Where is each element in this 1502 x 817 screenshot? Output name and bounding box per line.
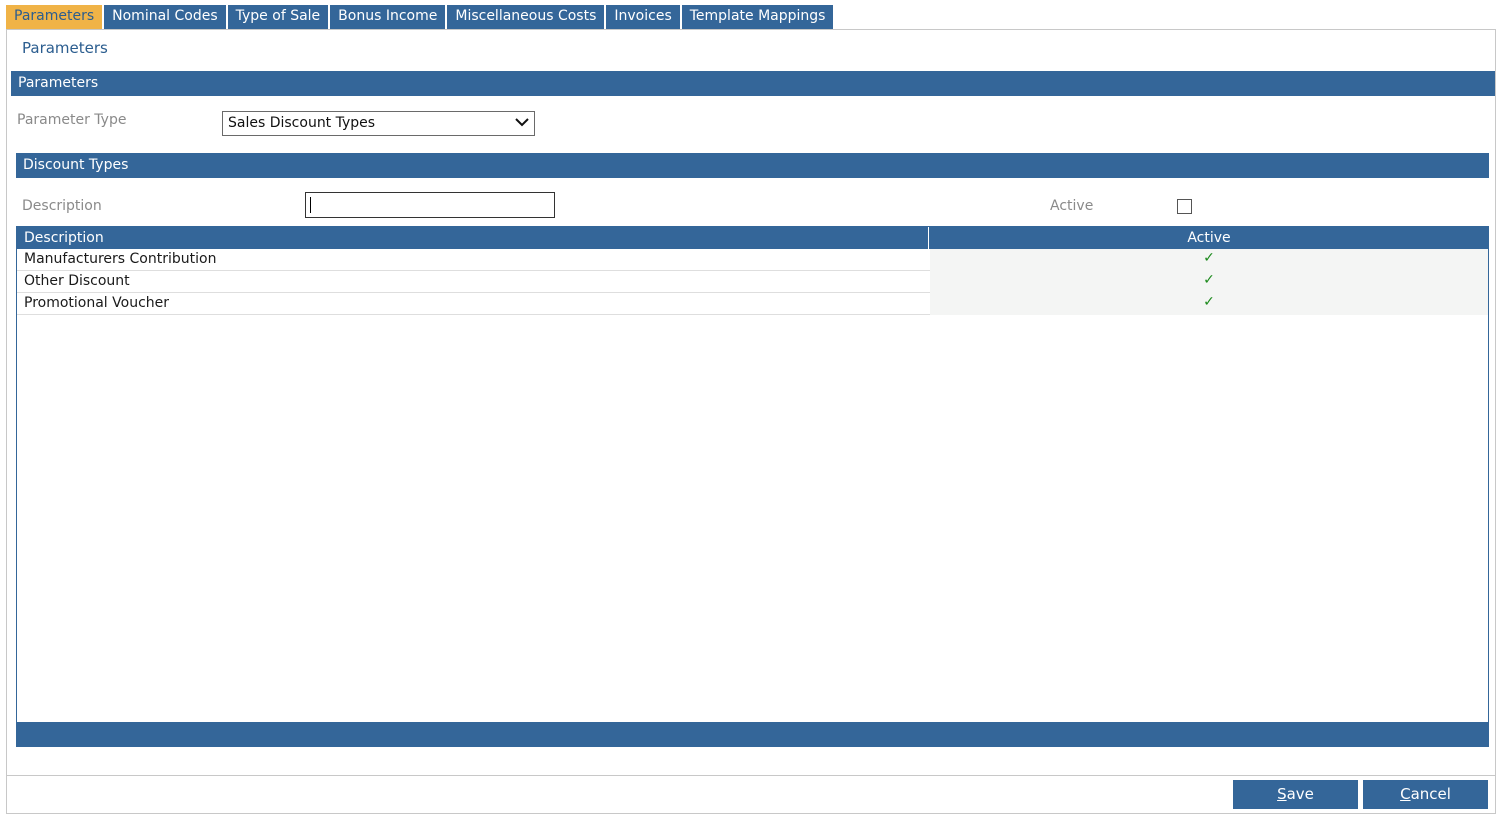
- active-checkbox[interactable]: [1177, 199, 1192, 214]
- content-panel: Parameters Parameters Parameter Type Sal…: [6, 29, 1496, 814]
- page-title: Parameters: [22, 39, 108, 57]
- parameter-type-value: Sales Discount Types: [228, 115, 376, 131]
- tab-invoices[interactable]: Invoices: [606, 5, 680, 29]
- row-description: Other Discount: [24, 273, 130, 289]
- check-icon: ✓: [930, 293, 1488, 315]
- column-header-active[interactable]: Active: [930, 227, 1488, 249]
- row-description: Promotional Voucher: [24, 295, 170, 311]
- grid-header: Description Active: [17, 227, 1488, 249]
- column-header-description[interactable]: Description: [17, 227, 929, 249]
- chevron-down-icon: [515, 118, 529, 127]
- save-accesskey: S: [1277, 785, 1287, 803]
- save-button[interactable]: Save: [1233, 780, 1358, 809]
- divider: [7, 775, 1495, 776]
- parameters-section-header: Parameters: [11, 71, 1495, 96]
- discount-types-grid: Description Active Manufacturers Contrib…: [16, 226, 1489, 747]
- description-input[interactable]: [305, 192, 555, 218]
- tab-bonus-income[interactable]: Bonus Income: [330, 5, 446, 29]
- tab-miscellaneous-costs[interactable]: Miscellaneous Costs: [447, 5, 605, 29]
- tab-template-mappings[interactable]: Template Mappings: [681, 5, 834, 29]
- active-label: Active: [1050, 198, 1094, 214]
- tab-parameters[interactable]: Parameters: [6, 5, 103, 29]
- cancel-accesskey: C: [1400, 785, 1411, 803]
- save-label-rest: ave: [1286, 785, 1314, 803]
- parameter-type-label: Parameter Type: [17, 112, 127, 128]
- grid-footer-bar: [16, 722, 1489, 747]
- check-icon: ✓: [930, 271, 1488, 293]
- text-caret: [310, 197, 311, 213]
- table-row[interactable]: Other Discount ✓: [17, 271, 1488, 293]
- table-row[interactable]: Promotional Voucher ✓: [17, 293, 1488, 315]
- parameter-type-select[interactable]: Sales Discount Types: [222, 111, 535, 136]
- description-label: Description: [22, 198, 102, 214]
- row-description: Manufacturers Contribution: [24, 251, 217, 267]
- tab-type-of-sale[interactable]: Type of Sale: [227, 5, 329, 29]
- cancel-button[interactable]: Cancel: [1363, 780, 1488, 809]
- table-row[interactable]: Manufacturers Contribution ✓: [17, 249, 1488, 271]
- tab-nominal-codes[interactable]: Nominal Codes: [104, 5, 226, 29]
- tab-strip: Parameters Nominal Codes Type of Sale Bo…: [6, 5, 834, 29]
- cancel-label-rest: ancel: [1410, 785, 1451, 803]
- check-icon: ✓: [930, 249, 1488, 271]
- discount-types-section-header: Discount Types: [16, 153, 1489, 178]
- grid-body: Manufacturers Contribution ✓ Other Disco…: [17, 249, 1488, 315]
